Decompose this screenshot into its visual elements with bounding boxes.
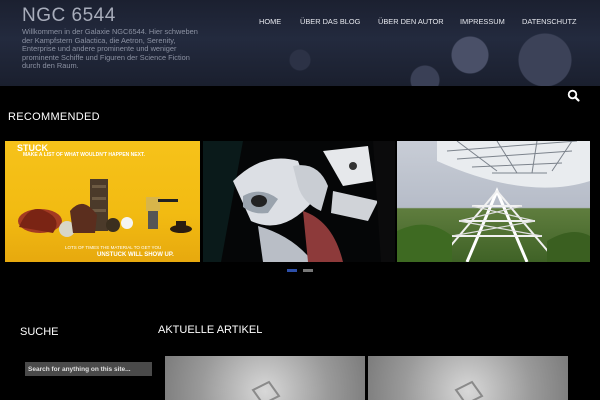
site-description: Willkommen in der Galaxie NGC6544. Hier … [22, 27, 198, 71]
sidebar-search-heading: SUCHE [20, 326, 59, 338]
anime-robot-illustration [203, 141, 395, 262]
recent-articles-heading: AKTUELLE ARTIKEL [158, 324, 263, 336]
nav-item-about-blog[interactable]: ÜBER DAS BLOG [300, 17, 360, 26]
lego-scene-illustration [18, 179, 192, 237]
site-header: NGC 6544 Willkommen in der Galaxie NGC65… [0, 0, 600, 86]
nav-item-about-author[interactable]: ÜBER DEN AUTOR [378, 17, 444, 26]
slide-stuck[interactable]: STUCK MAKE A LIST OF WHAT WOULDN'T HAPPE… [5, 141, 200, 262]
slide-telescope[interactable] [397, 141, 590, 262]
slider-dot-active[interactable] [287, 269, 297, 272]
search-input[interactable] [25, 362, 152, 376]
nav-item-privacy[interactable]: DATENSCHUTZ [522, 17, 576, 26]
article-card[interactable] [368, 356, 568, 400]
article-card[interactable] [165, 356, 365, 400]
recommended-heading: RECOMMENDED [8, 111, 100, 123]
nav-item-home[interactable]: HOME [259, 17, 281, 26]
slide-anime-robot[interactable] [203, 141, 395, 262]
recommended-slider: STUCK MAKE A LIST OF WHAT WOULDN'T HAPPE… [0, 141, 600, 262]
slide-caption-word: UNSTUCK WILL SHOW UP. [97, 252, 174, 258]
slider-dot[interactable] [303, 269, 313, 272]
nav-item-impressum[interactable]: IMPRESSUM [460, 17, 505, 26]
slide-caption: LOTS OF TIMES THE MATERIAL TO GET YOU [65, 245, 162, 250]
image-placeholder-icon [251, 380, 281, 400]
search-icon[interactable] [566, 89, 582, 103]
image-placeholder-icon [454, 380, 484, 400]
main-nav: HOME ÜBER DAS BLOG ÜBER DEN AUTOR IMPRES… [0, 17, 600, 29]
radio-telescope-illustration [397, 141, 590, 262]
